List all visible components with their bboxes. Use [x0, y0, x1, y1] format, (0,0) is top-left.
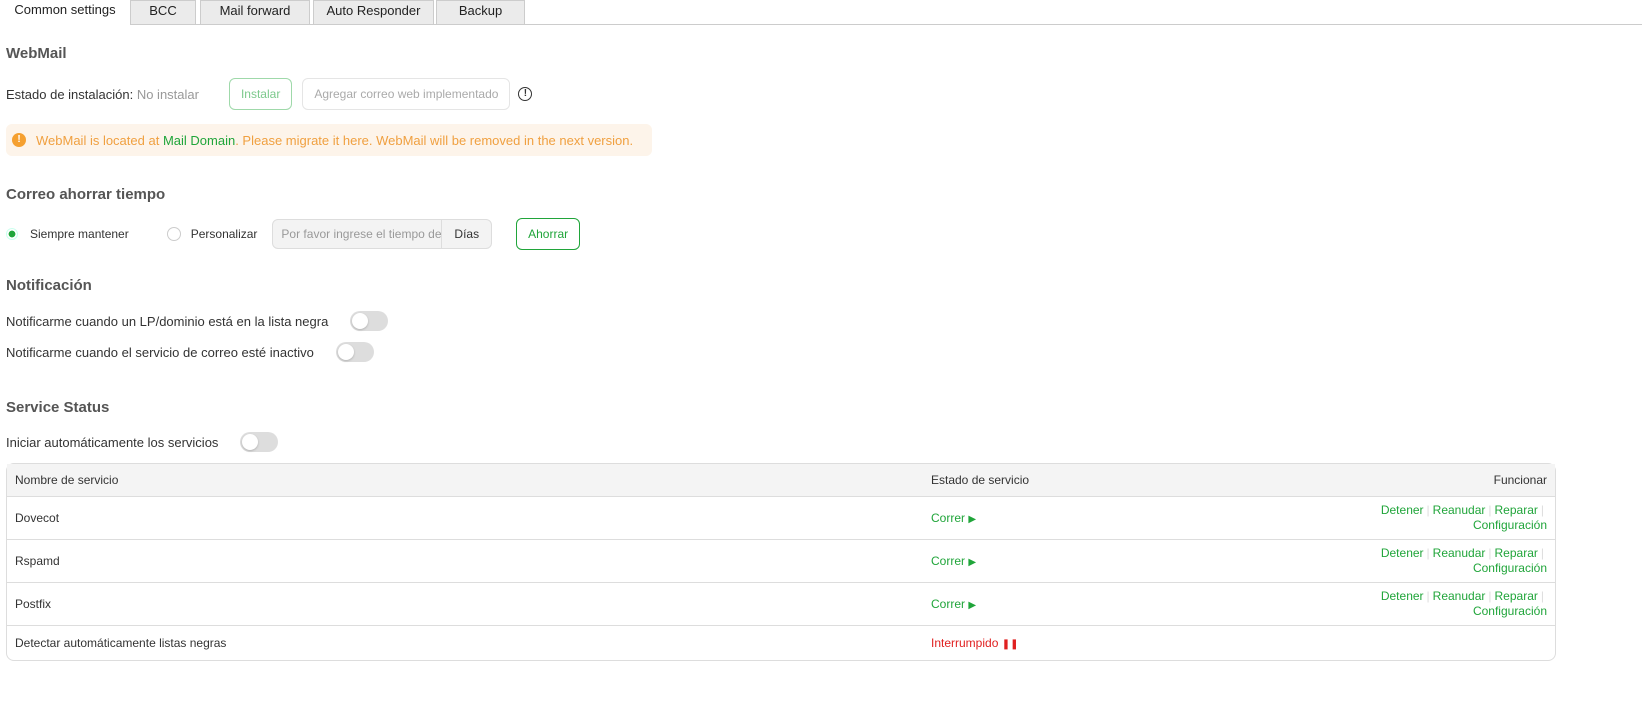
tab-mail-forward[interactable]: Mail forward — [200, 0, 310, 24]
header-service-status: Estado de servicio — [923, 464, 1167, 497]
separator: | — [1488, 503, 1492, 517]
action-1[interactable]: Reanudar — [1433, 546, 1486, 560]
play-icon: ▶ — [968, 557, 977, 568]
tab-bar: Common settings BCC Mail forward Auto Re… — [0, 0, 1642, 25]
play-icon: ▶ — [968, 514, 977, 525]
service-table: Nombre de servicio Estado de servicio Func… — [6, 463, 1556, 661]
save-button[interactable]: Ahorrar — [516, 218, 581, 250]
webmail-title: WebMail — [6, 45, 67, 62]
blacklist-notify-label: Notificarme cuando un LP/dominio está en… — [6, 313, 329, 329]
tab-backup[interactable]: Backup — [436, 0, 525, 24]
action-2[interactable]: Reparar — [1495, 546, 1538, 560]
install-status-label: Estado de instalación: — [6, 86, 134, 102]
tab-auto-responder[interactable]: Auto Responder — [313, 0, 434, 24]
separator: | — [1540, 546, 1544, 560]
action-0[interactable]: Detener — [1381, 589, 1424, 603]
alert-text-end: . Please migrate it here. WebMail will b… — [235, 132, 634, 148]
service-name: Dovecot — [7, 497, 923, 540]
service-status-text: Correr — [931, 597, 966, 611]
action-config[interactable]: Configuración — [1473, 604, 1547, 618]
install-button[interactable]: Instalar — [228, 78, 293, 110]
separator: | — [1488, 546, 1492, 560]
service-status: Interrumpido ❚❚ — [923, 626, 1166, 660]
radio-customize[interactable] — [166, 227, 181, 241]
service-actions: Detener | Reanudar | Reparar | Configuración — [1381, 546, 1547, 575]
tab-common-settings[interactable]: Common settings — [0, 0, 130, 25]
alert-text: WebMail is located at — [36, 132, 160, 148]
table-row: Dovecot Correr ▶ Detener | Reanudar | Reparar |… — [7, 497, 1555, 540]
radio-customize-label: Personalizar — [190, 227, 258, 241]
separator: | — [1540, 589, 1544, 603]
action-0[interactable]: Detener — [1381, 546, 1424, 560]
service-status-text: Interrumpido — [931, 636, 999, 650]
install-status-value: No instalar — [136, 86, 199, 102]
action-1[interactable]: Reanudar — [1433, 503, 1486, 517]
separator: | — [1426, 589, 1430, 603]
autostart-label: Iniciar automáticamente los servicios — [6, 434, 219, 450]
service-name: Detectar automáticamente listas negras — [15, 636, 227, 650]
info-icon[interactable]: ! — [518, 87, 533, 101]
webmail-alert: ! WebMail is located at Mail Domain. Ple… — [6, 124, 652, 156]
separator: | — [1426, 546, 1430, 560]
radio-always-keep-label: Siempre mantener — [30, 227, 129, 241]
notification-title: Notificación — [6, 277, 92, 294]
add-deployed-webmail-button[interactable]: Agregar correo web implementado — [302, 78, 511, 110]
pause-icon: ❚❚ — [1001, 639, 1019, 650]
service-status: Correr ▶ — [923, 583, 1167, 626]
header-service-name: Nombre de servicio — [7, 464, 923, 497]
action-config[interactable]: Configuración — [1473, 561, 1547, 575]
service-status: Correr ▶ — [923, 497, 1167, 540]
play-icon: ▶ — [968, 600, 977, 611]
action-0[interactable]: Detener — [1381, 503, 1424, 517]
service-status-title: Service Status — [6, 399, 110, 416]
service-status-text: Correr — [931, 511, 966, 525]
action-config[interactable]: Configuración — [1473, 518, 1547, 532]
action-1[interactable]: Reanudar — [1433, 589, 1486, 603]
warning-icon: ! — [12, 133, 26, 147]
blacklist-notify-toggle[interactable] — [350, 311, 389, 331]
radio-always-keep[interactable] — [6, 228, 18, 240]
separator: | — [1488, 589, 1492, 603]
tab-bcc[interactable]: BCC — [130, 0, 196, 24]
header-actions: Funcionar — [1166, 464, 1555, 497]
inactive-notify-label: Notificarme cuando el servicio de correo… — [6, 344, 314, 360]
table-row: Postfix Correr ▶ Detener | Reanudar | Reparar |… — [7, 583, 1555, 626]
inactive-notify-toggle[interactable] — [335, 342, 374, 362]
table-row: Detectar automáticamente listas negras In… — [7, 626, 1555, 660]
service-status: Correr ▶ — [923, 540, 1167, 583]
service-name: Postfix — [7, 583, 923, 626]
mail-domain-link[interactable]: Mail Domain — [163, 133, 235, 148]
autostart-toggle[interactable] — [240, 432, 279, 452]
service-actions: Detener | Reanudar | Reparar | Configuración — [1381, 503, 1547, 532]
days-unit: Días — [441, 220, 491, 248]
table-row: Rspamd Correr ▶ Detener | Reanudar | Reparar | C… — [7, 540, 1555, 583]
save-time-title: Correo ahorrar tiempo — [6, 186, 166, 203]
separator: | — [1426, 503, 1430, 517]
days-input[interactable]: Por favor ingrese el tiempo de — [273, 220, 441, 248]
separator: | — [1540, 503, 1544, 517]
service-name: Rspamd — [7, 540, 923, 583]
service-status-text: Correr — [931, 554, 966, 568]
action-2[interactable]: Reparar — [1495, 503, 1538, 517]
service-actions: Detener | Reanudar | Reparar | Configuración — [1381, 589, 1547, 618]
action-2[interactable]: Reparar — [1495, 589, 1538, 603]
